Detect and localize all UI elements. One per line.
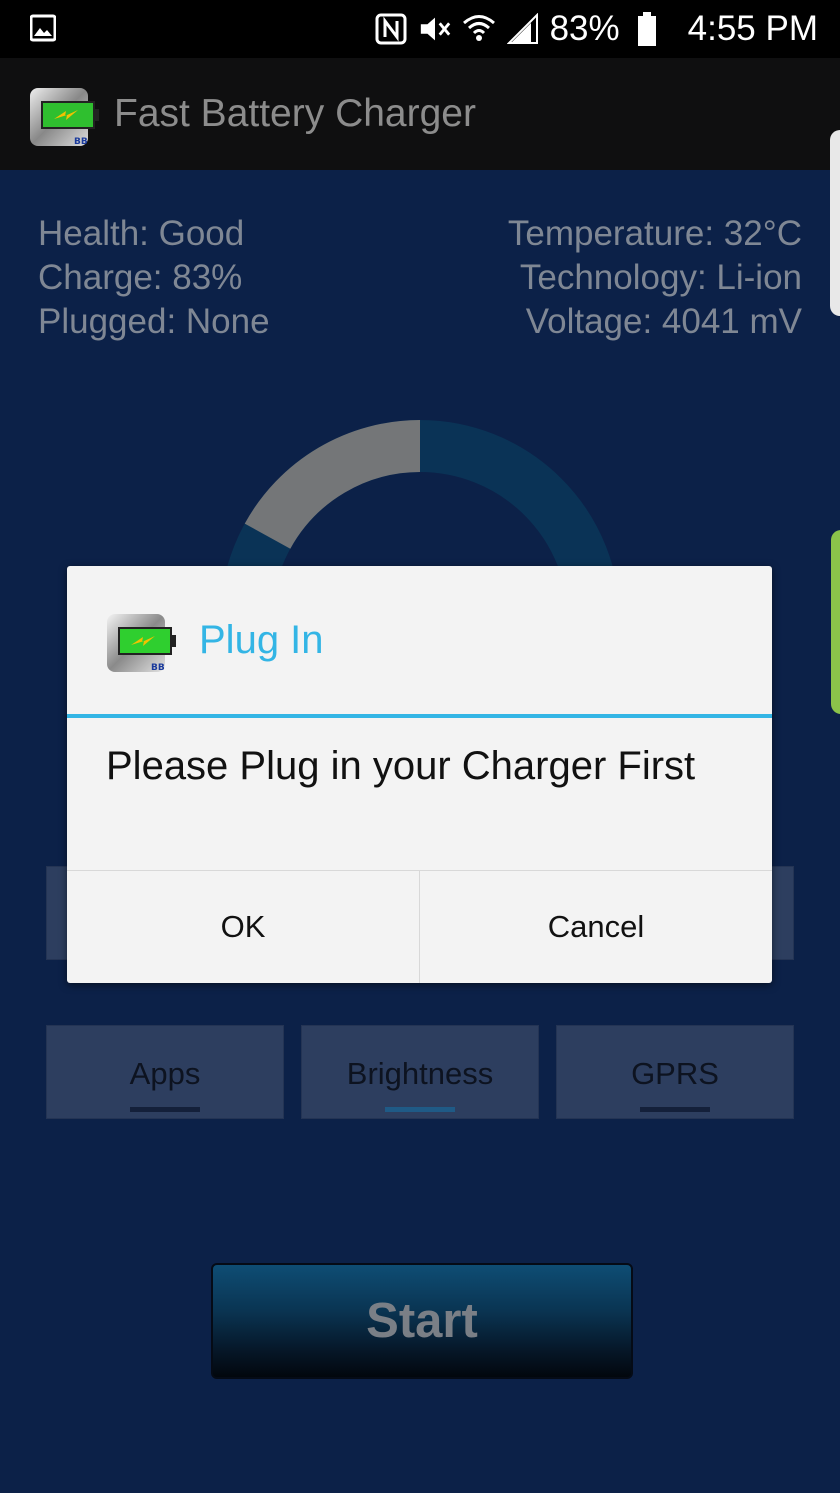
apps-indicator (130, 1107, 200, 1112)
dialog-title: Plug In (199, 618, 324, 662)
action-bar: BB Fast Battery Charger (0, 58, 840, 170)
gprs-label: GPRS (631, 1056, 719, 1091)
battery-info-right: Temperature: 32°C Technology: Li-ion Vol… (508, 212, 802, 344)
charge-text: Charge: 83% (38, 258, 243, 297)
side-tab[interactable] (830, 130, 840, 316)
signal-icon (506, 12, 540, 46)
dialog-message: Please Plug in your Charger First (106, 744, 696, 788)
app-title: Fast Battery Charger (114, 92, 476, 135)
temperature-text: Temperature: 32°C (507, 214, 802, 253)
plug-in-dialog: BB Plug In Please Plug in your Charger F… (67, 566, 772, 983)
svg-text:BB: BB (74, 137, 88, 147)
apps-button[interactable]: Apps (46, 1025, 284, 1119)
battery-icon (630, 12, 664, 46)
wifi-icon (462, 12, 496, 46)
clock: 4:55 PM (687, 9, 818, 48)
battery-charger-icon: BB (107, 614, 176, 673)
gprs-indicator (640, 1107, 710, 1112)
health-text: Health: Good (38, 214, 245, 253)
start-button[interactable]: Start (211, 1263, 633, 1379)
brightness-button[interactable]: Brightness (301, 1025, 539, 1119)
gauge-remaining-arc (244, 420, 421, 550)
apps-label: Apps (129, 1056, 201, 1091)
side-tab-green[interactable] (831, 530, 840, 714)
dialog-title-divider (67, 714, 772, 718)
battery-percent: 83% (549, 9, 620, 48)
status-bar: 83% 4:55 PM (0, 0, 840, 58)
plugged-text: Plugged: None (38, 302, 270, 341)
ok-button[interactable]: OK (67, 871, 419, 983)
nfc-icon (374, 12, 408, 46)
voltage-text: Voltage: 4041 mV (525, 302, 802, 341)
brightness-label: Brightness (346, 1056, 494, 1091)
brightness-indicator (385, 1107, 455, 1112)
cancel-button[interactable]: Cancel (420, 871, 772, 983)
svg-text:BB: BB (151, 663, 165, 673)
gprs-button[interactable]: GPRS (556, 1025, 794, 1119)
status-icons: 83% 4:55 PM (374, 0, 818, 58)
mute-icon (418, 12, 452, 46)
technology-text: Technology: Li-ion (519, 258, 802, 297)
battery-info-left: Health: Good Charge: 83% Plugged: None (38, 212, 270, 344)
gallery-icon (30, 14, 56, 42)
battery-charger-icon: BB (30, 88, 99, 147)
